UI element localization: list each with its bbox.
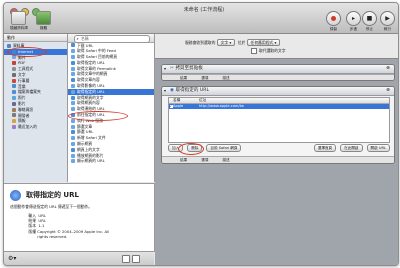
- action-header: ▾ ✂ 拷貝至剪貼板 ⊗: [162, 65, 394, 74]
- text-icon: [12, 72, 16, 77]
- files-folders-icon: [12, 90, 16, 95]
- highlight-get-urls: [68, 111, 128, 121]
- media-button[interactable]: 媒體: [36, 11, 51, 31]
- open-url-button[interactable]: 開啟 URL: [366, 144, 390, 152]
- highlight-internet: [7, 47, 47, 57]
- list-item[interactable]: 顯示網頁的 URL: [68, 158, 154, 164]
- action-icon: [71, 89, 75, 94]
- receive-type-select[interactable]: 文字 ▾: [216, 39, 236, 46]
- action-icon: [71, 118, 75, 123]
- action-icon: [71, 101, 75, 106]
- action-icon: [71, 136, 75, 141]
- description-title: 取得指定的 URL: [26, 191, 79, 199]
- action-icon: [71, 153, 75, 158]
- close-icon[interactable]: ⊗: [386, 65, 390, 73]
- column-name[interactable]: 名稱: [173, 98, 199, 103]
- utilities-icon: [12, 67, 16, 72]
- description-tab[interactable]: 描述: [222, 75, 229, 80]
- action-icon: [71, 130, 75, 135]
- replace-checkbox[interactable]: [251, 48, 257, 54]
- presentations-icon: [12, 119, 16, 124]
- automator-window: 未命名 (工作流程) 隱藏資料庫 媒體 錄製 ▸ 步進 ■ 停止 ▶ 執行 動作…: [3, 2, 399, 266]
- application-select[interactable]: 任何應用程式 ▾: [246, 39, 281, 46]
- action-icon: [71, 124, 75, 129]
- action-icon: [71, 66, 75, 71]
- calendar-icon: [12, 78, 16, 83]
- results-tab[interactable]: 結果: [180, 157, 187, 163]
- description-meta: 輸入 URL 結果 URL 版本 1.1 版權 Copyright © 2004…: [28, 213, 110, 239]
- step-icon: ▸: [346, 11, 361, 26]
- search-bar: ⌕ 名稱: [68, 34, 154, 43]
- action-icon: [71, 141, 75, 146]
- photos-icon: [12, 96, 16, 101]
- action-icon: [71, 83, 75, 88]
- action-header: ▾ ◉ 取得指定的 URL ⊗: [162, 87, 394, 96]
- stop-button[interactable]: ■ 停止: [362, 11, 377, 32]
- search-icon: ⌕: [76, 35, 79, 41]
- search-input[interactable]: ⌕ 名稱: [74, 34, 150, 43]
- description-panel: 取得指定的 URL 這個動作會傳送指定的 URL 傳遞至下一個動作。 輸入 UR…: [4, 183, 155, 252]
- action-icon: [71, 159, 75, 164]
- movies-icon: [12, 101, 16, 106]
- view-list-icon[interactable]: [122, 255, 130, 263]
- close-icon[interactable]: ⊗: [386, 87, 390, 95]
- stop-icon: ■: [362, 11, 377, 26]
- action-icon: [71, 49, 75, 54]
- table-row[interactable]: ✓ Apple http://www.apple.com/tw: [169, 104, 389, 109]
- gear-icon[interactable]: ⚙▾: [8, 255, 16, 262]
- replace-row: 取代選取的文字: [251, 48, 286, 54]
- action-icon: [71, 147, 75, 152]
- record-icon: [326, 11, 341, 26]
- url-globe-icon: [10, 190, 21, 201]
- action-icon: [71, 95, 75, 100]
- record-button[interactable]: 錄製: [326, 11, 341, 32]
- media-icon: [36, 11, 51, 25]
- action-footer: 結果 選項 描述: [162, 156, 394, 163]
- action-icon: [71, 43, 75, 48]
- receive-row: 服務會收到選取的 文字 ▾ 位於 任何應用程式 ▾: [185, 39, 281, 46]
- library-icon: [7, 43, 11, 48]
- hide-library-button[interactable]: 隱藏資料庫: [10, 11, 28, 31]
- action-icon: [71, 54, 75, 59]
- play-icon: ▶: [380, 11, 395, 26]
- highlight-delete: [178, 143, 204, 155]
- current-safari-button[interactable]: 目前 Safari 網頁: [206, 144, 242, 152]
- column-address[interactable]: 位址: [199, 98, 206, 103]
- disclosure-triangle-icon[interactable]: ▾: [164, 65, 166, 73]
- action-footer: 結果 選項 描述: [162, 74, 394, 80]
- run-button[interactable]: ▶ 執行: [380, 11, 395, 32]
- music-icon: [12, 84, 16, 89]
- actions-list: 下載 URL 取得 Safari 中的 Feed 取得 Safari 目前的網頁 取得…: [68, 43, 154, 165]
- pdf-icon: [12, 61, 16, 66]
- description-tab[interactable]: 描述: [222, 157, 229, 163]
- view-description-icon[interactable]: [132, 255, 140, 263]
- open-here-button[interactable]: 在此開啟: [340, 144, 363, 152]
- action-icon: [71, 60, 75, 65]
- action-icon: [71, 107, 75, 112]
- choose-home-button[interactable]: 選擇首頁: [313, 144, 337, 152]
- disclosure-triangle-icon[interactable]: ▾: [164, 87, 166, 95]
- library-icon: [11, 11, 27, 25]
- developer-icon: [12, 113, 16, 118]
- options-tab[interactable]: 選項: [201, 75, 208, 80]
- sidebar-item-recently-added[interactable]: 最近加入的: [4, 124, 67, 130]
- library-header: 動作: [4, 34, 67, 42]
- window-title: 未命名 (工作流程): [183, 7, 225, 13]
- action-icon: [71, 72, 75, 77]
- options-tab[interactable]: 選項: [201, 157, 208, 163]
- results-tab[interactable]: 結果: [180, 75, 187, 80]
- url-table: 名稱 位址 ✓ Apple http://www.apple.com/tw: [168, 97, 390, 143]
- status-bar: ⚙▾: [4, 251, 154, 265]
- service-settings: 服務會收到選取的 文字 ▾ 位於 任何應用程式 ▾ 取代選取的文字: [155, 34, 398, 59]
- contacts-icon: [12, 107, 16, 112]
- titlebar: 未命名 (工作流程) 隱藏資料庫 媒體 錄製 ▸ 步進 ■ 停止 ▶ 執行: [4, 3, 398, 34]
- action-icon: [71, 78, 75, 83]
- actions-pane: ⌕ 名稱 下載 URL 取得 Safari 中的 Feed 取得 Safari 目前…: [68, 34, 155, 182]
- recently-added-icon: [12, 125, 16, 130]
- description-text: 這個動作會傳送指定的 URL 傳遞至下一個動作。: [10, 204, 93, 209]
- action-copy-to-clipboard[interactable]: ▾ ✂ 拷貝至剪貼板 ⊗ 結果 選項 描述: [161, 64, 395, 81]
- step-button[interactable]: ▸ 步進: [346, 11, 361, 32]
